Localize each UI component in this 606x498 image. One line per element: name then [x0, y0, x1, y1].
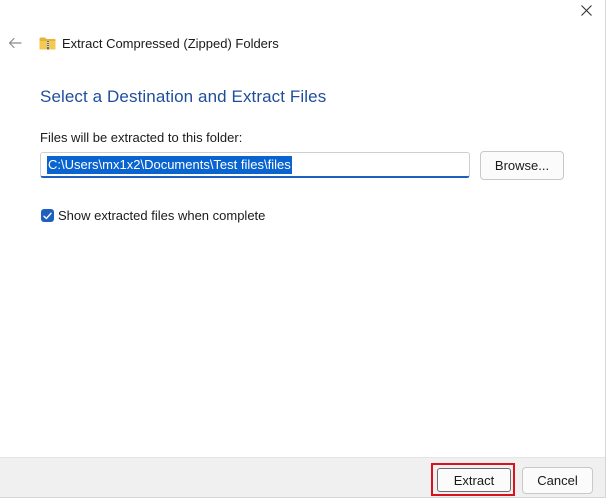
destination-label: Files will be extracted to this folder: — [40, 130, 243, 145]
show-files-checkbox[interactable] — [41, 209, 54, 222]
window-title: Extract Compressed (Zipped) Folders — [62, 35, 279, 51]
browse-button[interactable]: Browse... — [480, 151, 564, 180]
show-files-option[interactable]: Show extracted files when complete — [41, 208, 265, 223]
checkmark-icon — [43, 212, 52, 219]
extract-dialog: Extract Compressed (Zipped) Folders Sele… — [0, 0, 606, 498]
close-button[interactable] — [568, 0, 605, 20]
page-heading: Select a Destination and Extract Files — [40, 87, 327, 106]
show-files-label: Show extracted files when complete — [58, 208, 266, 223]
destination-path-value: C:\Users\mx1x2\Documents\Test files\file… — [47, 156, 292, 174]
extract-button[interactable]: Extract — [437, 468, 511, 492]
back-button[interactable] — [5, 33, 25, 53]
cancel-button[interactable]: Cancel — [522, 467, 593, 494]
zip-folder-icon — [39, 37, 56, 49]
destination-path-input[interactable]: C:\Users\mx1x2\Documents\Test files\file… — [40, 152, 470, 178]
back-arrow-icon — [8, 37, 22, 49]
close-icon — [581, 4, 592, 16]
title-row: Extract Compressed (Zipped) Folders — [39, 34, 279, 52]
